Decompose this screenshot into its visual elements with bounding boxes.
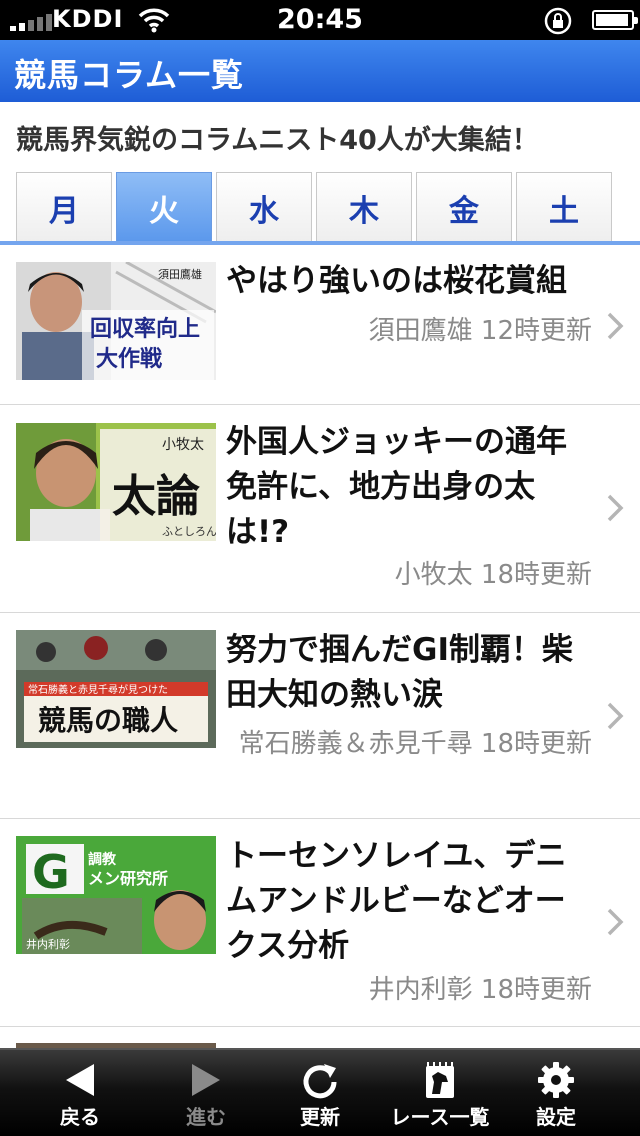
list-item[interactable]: 小牧太 太論 ふとしろん 外国人ジョッキーの通年免許に、地方出身の太は!? 小牧…: [0, 405, 640, 613]
back-arrow-icon: [66, 1064, 94, 1096]
column-title: 努力で掴んだGI制覇！柴田大知の熱い涙: [226, 632, 573, 713]
settings-button[interactable]: 設定: [492, 1050, 620, 1136]
column-thumbnail: 常石勝義と赤見千尋が見つけた 競馬の職人: [16, 630, 216, 748]
thumbnail-caption-1: 競馬の職人: [38, 704, 178, 737]
battery-icon: [592, 10, 638, 30]
tab-thursday[interactable]: 木: [316, 172, 412, 242]
tab-saturday[interactable]: 土: [516, 172, 612, 242]
list-item[interactable]: 常石勝義と赤見千尋が見つけた 競馬の職人 努力で掴んだGI制覇！柴田大知の熱い涙…: [0, 613, 640, 819]
rotation-lock-icon: [544, 7, 572, 35]
column-thumbnail: G 調教 メン研究所 井内利彰: [16, 836, 216, 954]
column-meta: 小牧太 18時更新: [394, 560, 592, 590]
tab-monday[interactable]: 月: [16, 172, 112, 242]
settings-label: 設定: [536, 1105, 576, 1129]
column-title: やはり強いのは桜花賞組: [226, 263, 567, 299]
page-title: 競馬コラム一覧: [14, 56, 245, 94]
tab-wednesday[interactable]: 水: [216, 172, 312, 242]
gear-icon: [538, 1062, 574, 1098]
race-list-icon: [426, 1062, 454, 1098]
race-list-button[interactable]: レース一覧: [376, 1050, 504, 1136]
column-thumbnail: 回収率向上 大作戦 須田鷹雄: [16, 262, 216, 380]
refresh-label: 更新: [300, 1105, 340, 1129]
chevron-right-icon: [607, 702, 624, 730]
chevron-right-icon: [607, 312, 624, 340]
forward-label: 進む: [186, 1105, 226, 1129]
thumbnail-caption-1: G: [32, 845, 70, 899]
chevron-right-icon: [607, 908, 624, 936]
thumbnail-author: 井内利彰: [26, 937, 70, 951]
back-button[interactable]: 戻る: [16, 1050, 144, 1136]
column-title: 外国人ジョッキーの通年免許に、地方出身の太は!?: [226, 424, 567, 550]
refresh-button[interactable]: 更新: [256, 1050, 384, 1136]
thumbnail-caption-2: 大作戦: [96, 347, 163, 372]
column-meta: 常石勝義＆赤見千尋 18時更新: [238, 729, 592, 759]
column-meta: 井内利彰 18時更新: [368, 975, 592, 1005]
column-thumbnail: 小牧太 太論 ふとしろん: [16, 423, 216, 541]
list-item[interactable]: G 調教 メン研究所 井内利彰 トーセンソレイユ、デニムアンドルビーなどオークス…: [0, 819, 640, 1027]
thumbnail-author: 須田鷹雄: [158, 267, 202, 281]
thumbnail-caption-sub: ふとしろん: [162, 525, 216, 538]
thumbnail-banner: 常石勝義と赤見千尋が見つけた: [28, 683, 168, 696]
thumbnail-caption-1: 回収率向上: [90, 316, 200, 342]
day-tabs: 月 火 水 木 金 土: [16, 172, 612, 242]
forward-arrow-icon: [192, 1064, 220, 1096]
tab-friday[interactable]: 金: [416, 172, 512, 242]
bottom-toolbar: 戻る 進む 更新 レース一覧 設定: [0, 1048, 640, 1136]
column-title: トーセンソレイユ、デニムアンドルビーなどオークス分析: [226, 838, 567, 964]
page-subtitle: 競馬界気鋭のコラムニスト40人が大集結！: [16, 125, 539, 156]
thumbnail-caption-2: 調教: [88, 851, 117, 868]
race-list-label: レース一覧: [390, 1105, 490, 1129]
tab-tuesday[interactable]: 火: [116, 172, 212, 242]
chevron-right-icon: [607, 494, 624, 522]
thumbnail-caption-1: 太論: [112, 471, 200, 522]
column-meta: 須田鷹雄 12時更新: [368, 316, 592, 346]
thumbnail-author: 小牧太: [162, 437, 204, 453]
nav-bar: 競馬コラム一覧: [0, 40, 640, 102]
list-item[interactable]: 回収率向上 大作戦 須田鷹雄 やはり強いのは桜花賞組 須田鷹雄 12時更新: [0, 245, 640, 405]
refresh-icon: [303, 1064, 337, 1099]
back-label: 戻る: [60, 1105, 100, 1129]
forward-button[interactable]: 進む: [142, 1050, 270, 1136]
thumbnail-caption-3: メン研究所: [88, 869, 168, 888]
status-bar: KDDI 20:45: [0, 0, 640, 40]
